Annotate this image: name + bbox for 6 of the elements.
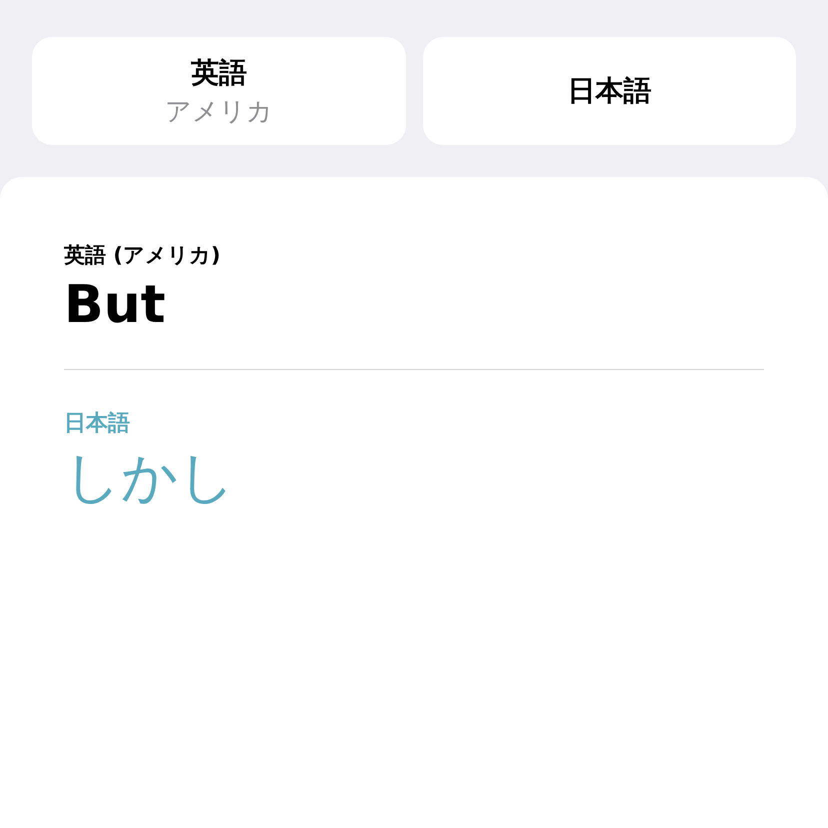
language-button[interactable]: 日本語	[422, 37, 796, 145]
language-button[interactable]: 英語 アメリカ	[32, 37, 406, 145]
source-text: But	[64, 275, 166, 335]
source-language-label: 英語 (アメリカ)	[64, 242, 221, 269]
translated-text: しかし	[64, 444, 235, 512]
target-language-label: 日本語	[64, 410, 130, 438]
